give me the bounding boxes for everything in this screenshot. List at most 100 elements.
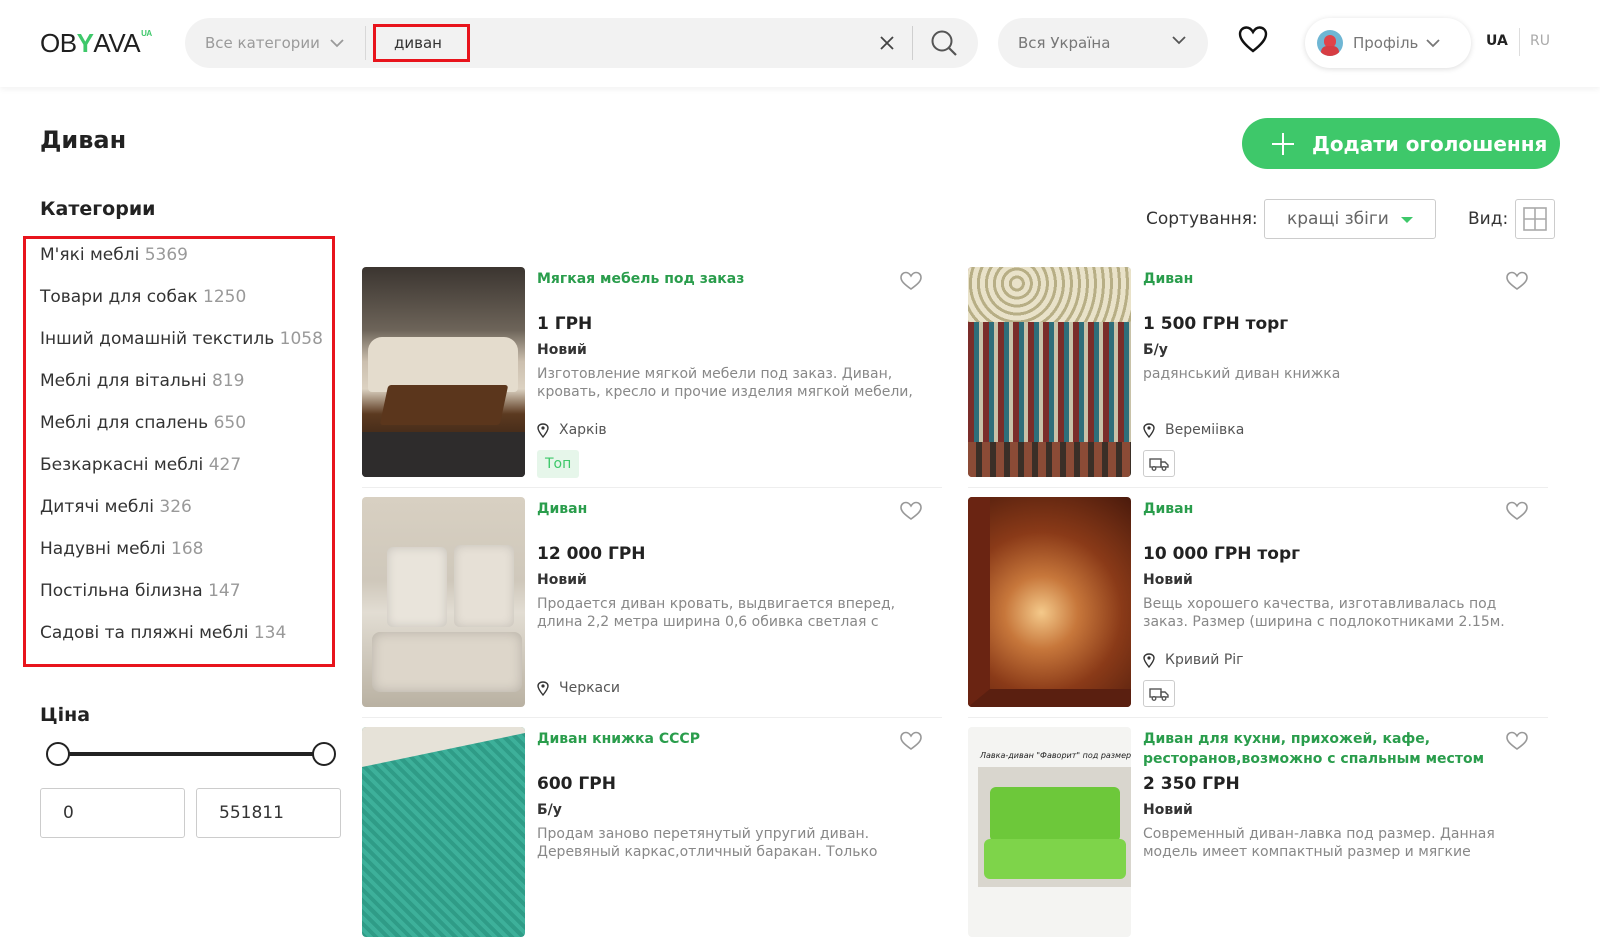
delivery-truck-icon [1143, 450, 1175, 477]
price-slider-max-handle[interactable] [312, 742, 336, 766]
search-bar: Все категории диван [185, 18, 978, 68]
listing-title[interactable]: Диван [1143, 269, 1513, 289]
listing-card[interactable]: Мягкая мебель под заказ 1 ГРН Новий Изго… [362, 267, 932, 480]
listing-price: 10 000 ГРН торг [1143, 544, 1301, 564]
clear-search-button[interactable] [875, 31, 899, 55]
category-item[interactable]: Меблі для вітальні 819 [40, 369, 340, 411]
category-name: Садові та пляжні меблі [40, 623, 249, 643]
listing-price: 600 ГРН [537, 774, 616, 794]
heart-icon[interactable] [900, 271, 922, 291]
logo-sup: UA [141, 28, 152, 38]
listing-description: Продается диван кровать, выдвигается впе… [537, 596, 896, 630]
category-item[interactable]: Постільна білизна 147 [40, 579, 340, 621]
listing-card[interactable]: Лавка-диван "Фаворит" под размер Диван д… [968, 727, 1538, 940]
logo-text: OBYAVA [40, 27, 141, 58]
sort-value: кращі збіги [1287, 209, 1389, 229]
listing-card[interactable]: Диван 10 000 ГРН торг Новий Вещь хорошег… [968, 497, 1538, 710]
heart-icon[interactable] [1506, 731, 1528, 751]
location-pin-icon [537, 422, 549, 438]
price-to-input[interactable]: 551811 [196, 788, 341, 838]
listing-photo[interactable]: Лавка-диван "Фаворит" под размер [968, 727, 1131, 937]
listing-title[interactable]: Мягкая мебель под заказ [537, 269, 907, 289]
sort-select[interactable]: кращі збіги [1264, 199, 1436, 239]
listing-title[interactable]: Диван [537, 499, 907, 519]
location-pin-icon [537, 680, 549, 696]
category-count: 5369 [144, 245, 188, 265]
category-count: 134 [253, 623, 287, 643]
category-name: Безкаркасні меблі [40, 455, 204, 475]
search-icon[interactable] [930, 29, 958, 57]
listing-photo[interactable] [362, 497, 525, 707]
price-slider-min-handle[interactable] [46, 742, 70, 766]
listing-photo[interactable] [968, 497, 1131, 707]
category-item[interactable]: Дитячі меблі 326 [40, 495, 340, 537]
category-item[interactable]: Меблі для спалень 650 [40, 411, 340, 453]
view-label: Вид: [1468, 209, 1509, 229]
close-icon [880, 36, 894, 50]
listing-condition: Б/у [537, 802, 562, 818]
lang-ua-link[interactable]: UA [1486, 33, 1508, 49]
category-item[interactable]: Товари для собак 1250 [40, 285, 340, 327]
listing-condition: Новий [537, 342, 587, 358]
price-from-input[interactable]: 0 [40, 788, 185, 838]
profile-button[interactable]: Профіль [1305, 18, 1471, 68]
heart-icon[interactable] [1506, 271, 1528, 291]
listing-title[interactable]: Диван книжка СССР [537, 729, 907, 749]
site-header: OBYAVA UA Все категории диван Вся Україна… [0, 0, 1600, 87]
listing-description: Продам заново перетянутый упругий диван.… [537, 826, 878, 860]
category-count: 1250 [203, 287, 247, 307]
listing-card[interactable]: Диван книжка СССР 600 ГРН Б/у Продам зан… [362, 727, 932, 940]
price-slider-track[interactable] [58, 752, 322, 756]
category-name: Меблі для спалень [40, 413, 209, 433]
category-count: 427 [208, 455, 242, 475]
listing-location: Кривий Ріг [1143, 652, 1244, 668]
add-listing-button[interactable]: Додати оголошення [1242, 118, 1560, 169]
category-item[interactable]: Садові та пляжні меблі 134 [40, 621, 340, 663]
heart-icon[interactable] [900, 501, 922, 521]
heart-icon[interactable] [900, 731, 922, 751]
listing-location-name: Кривий Ріг [1165, 652, 1244, 668]
lang-ru-link[interactable]: RU [1530, 33, 1550, 49]
grid-view-button[interactable] [1515, 199, 1555, 239]
divider [912, 26, 913, 60]
site-logo[interactable]: OBYAVA UA [40, 26, 152, 60]
listing-price: 1 ГРН [537, 314, 593, 334]
categories-heading: Категории [40, 198, 156, 220]
region-select[interactable]: Вся Україна [998, 18, 1208, 68]
heart-icon[interactable] [1506, 501, 1528, 521]
price-heading: Ціна [40, 704, 91, 726]
listing-card[interactable]: Диван 12 000 ГРН Новий Продается диван к… [362, 497, 932, 710]
listing-price: 12 000 ГРН [537, 544, 646, 564]
lang-divider [1519, 28, 1520, 56]
category-item[interactable]: М'які меблі 5369 [40, 243, 340, 285]
category-item[interactable]: Надувні меблі 168 [40, 537, 340, 579]
listing-photo[interactable] [968, 267, 1131, 477]
location-pin-icon [1143, 422, 1155, 438]
listing-card[interactable]: Диван 1 500 ГРН торг Б/у радянський дива… [968, 267, 1538, 480]
delivery-truck-icon [1143, 680, 1175, 707]
caret-down-icon [1401, 217, 1413, 223]
category-item[interactable]: Безкаркасні меблі 427 [40, 453, 340, 495]
category-name: Інший домашній текстиль [40, 329, 275, 349]
listing-title[interactable]: Диван для кухни, прихожей, кафе, рестора… [1143, 729, 1513, 769]
favorites-heart-icon[interactable] [1238, 25, 1268, 55]
chevron-down-icon [330, 38, 344, 47]
category-name: Товари для собак [40, 287, 198, 307]
listing-title[interactable]: Диван [1143, 499, 1513, 519]
listing-condition: Б/у [1143, 342, 1168, 358]
category-select[interactable]: Все категории [205, 18, 344, 68]
sort-label: Сортування: [1146, 209, 1258, 229]
category-count: 168 [171, 539, 204, 559]
listing-photo[interactable] [362, 267, 525, 477]
listing-photo[interactable] [362, 727, 525, 937]
listing-divider [362, 487, 942, 488]
listing-location-name: Черкаси [559, 680, 620, 696]
add-listing-label: Додати оголошення [1312, 131, 1548, 156]
avatar [1317, 30, 1343, 56]
top-badge: Топ [537, 450, 580, 478]
listing-price: 2 350 ГРН [1143, 774, 1240, 794]
listing-condition: Новий [1143, 572, 1193, 588]
category-item[interactable]: Інший домашній текстиль 1058 [40, 327, 340, 369]
category-name: Дитячі меблі [40, 497, 154, 517]
search-input[interactable]: диван [373, 24, 470, 62]
